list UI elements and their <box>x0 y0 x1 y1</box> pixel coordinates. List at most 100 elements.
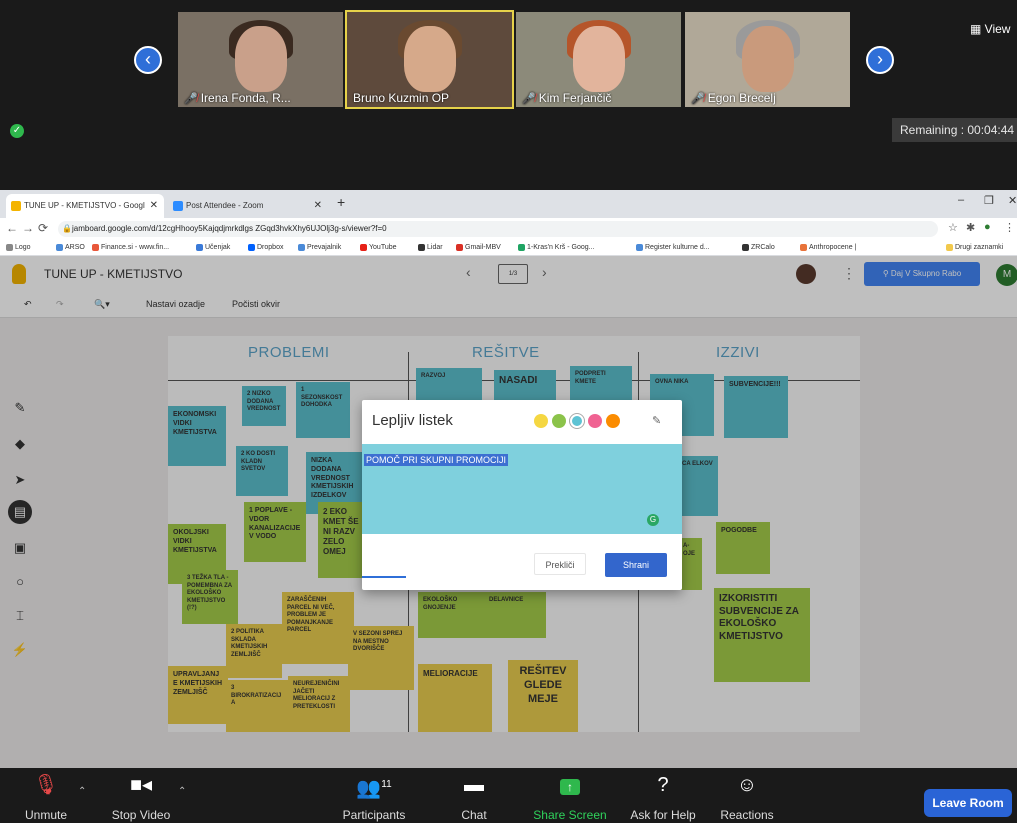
grid-icon: ▦ <box>970 22 985 36</box>
video-tile[interactable]: 🎤̸ Irena Fonda, R... <box>178 12 343 107</box>
bookmark-item[interactable]: Prevajalnik <box>298 240 341 255</box>
address-bar[interactable]: 🔒 jamboard.google.com/d/12cgHhooy5Kajqdjm… <box>58 221 938 237</box>
video-tile-active[interactable]: Bruno Kuzmin OP <box>345 10 514 109</box>
note-text[interactable]: POMOČ PRI SKUPNI PROMOCIJI <box>364 454 509 466</box>
unmute-button[interactable]: 🎙 Unmute <box>14 772 78 822</box>
close-window-button[interactable]: ✕ <box>1008 194 1017 207</box>
bookmark-icon <box>800 243 807 251</box>
share-screen-button[interactable]: ↑ Share Screen <box>528 772 612 822</box>
bookmark-item[interactable]: ARSO <box>56 240 85 255</box>
ask-for-help-button[interactable]: ? Ask for Help <box>620 772 706 822</box>
security-shield-icon[interactable]: ✓ <box>10 124 24 138</box>
bookmark-item[interactable]: Finance.si - www.fin... <box>92 240 169 255</box>
bookmark-item[interactable]: Učenjak <box>196 240 230 255</box>
muted-microphone-icon: 🎙 <box>33 774 59 796</box>
swatch-pink[interactable] <box>588 414 602 428</box>
leave-room-button[interactable]: Leave Room <box>924 789 1012 817</box>
grammarly-icon[interactable]: G <box>647 514 659 526</box>
zoom-toolbar: 🎙 Unmute ⌃ ■◂ Stop Video ⌃ 👥11 Participants… <box>0 768 1017 823</box>
remaining-time: Remaining : 00:04:44 <box>892 118 1017 142</box>
address-row: ← → ⟳ 🔒 jamboard.google.com/d/12cgHhooy5K… <box>0 218 1017 240</box>
tab-zoom[interactable]: Post Attendee - Zoom ✕ <box>168 194 328 218</box>
video-tile[interactable]: 🎤̸ Kim Ferjančič <box>516 12 681 107</box>
video-options-caret[interactable]: ⌃ <box>178 786 186 797</box>
bookmark-icon <box>6 243 13 251</box>
stop-video-button[interactable]: ■◂ Stop Video <box>100 772 182 822</box>
participant-face <box>234 26 287 92</box>
bookmarks-bar: Logo ARSO Finance.si - www.fin... Učenja… <box>0 240 1017 256</box>
bookmark-star-icon[interactable]: ☆ <box>948 221 958 234</box>
video-tile[interactable]: 🎤̸ Egon Brecelj <box>685 12 850 107</box>
swatch-yellow[interactable] <box>534 414 548 428</box>
drive-icon <box>518 243 525 251</box>
close-tab-icon[interactable]: ✕ <box>150 194 158 218</box>
note-text-area[interactable]: POMOČ PRI SKUPNI PROMOCIJI G <box>362 444 682 578</box>
reactions-button[interactable]: ☺ Reactions <box>712 772 782 822</box>
bookmark-item[interactable]: Gmail-MBV <box>456 240 501 255</box>
screen: ‹ 🎤̸ Irena Fonda, R... Bruno Kuzmin OP 🎤̸… <box>0 0 1017 823</box>
youtube-icon <box>360 243 367 251</box>
participant-name: 🎤̸ Egon Brecelj <box>691 91 776 105</box>
bookmark-icon <box>298 243 305 251</box>
tab-strip: TUNE UP - KMETIJSTVO - Googl ✕ Post Atten… <box>0 190 1017 218</box>
bookmark-icon <box>636 243 643 251</box>
swatch-orange[interactable] <box>606 414 620 428</box>
folder-icon <box>946 243 953 251</box>
chevron-left-icon: ‹ <box>145 49 151 69</box>
participants-icon: 👥11 <box>356 777 392 800</box>
close-tab-icon[interactable]: ✕ <box>314 194 322 218</box>
maximize-button[interactable]: ❐ <box>984 194 994 207</box>
bookmark-item[interactable]: Dropbox <box>248 240 283 255</box>
zoom-favicon-icon <box>173 201 183 211</box>
back-icon[interactable]: ← <box>6 221 18 235</box>
view-button[interactable]: ▦ View <box>970 22 1010 36</box>
swatch-green[interactable] <box>552 414 566 428</box>
minimize-button[interactable]: – <box>958 194 964 206</box>
bookmark-item[interactable]: YouTube <box>360 240 397 255</box>
participant-name: 🎤̸ Irena Fonda, R... <box>184 91 291 105</box>
menu-icon[interactable]: ⋮ <box>1004 221 1015 234</box>
reload-icon[interactable]: ⟳ <box>38 221 48 235</box>
gallery-next-button[interactable]: › <box>866 46 894 74</box>
profile-icon[interactable]: ● <box>984 221 991 233</box>
bookmark-item[interactable]: Register kulturne d... <box>636 240 710 255</box>
share-screen-icon: ↑ <box>528 772 612 798</box>
bookmark-item[interactable]: Lidar <box>418 240 443 255</box>
jamboard-favicon-icon <box>11 201 21 211</box>
participant-face <box>403 26 456 92</box>
video-camera-icon: ■◂ <box>129 774 153 796</box>
forward-icon[interactable]: → <box>22 221 34 235</box>
swatch-blue-selected[interactable] <box>570 414 584 428</box>
chevron-right-icon: › <box>877 49 883 69</box>
tab-jamboard[interactable]: TUNE UP - KMETIJSTVO - Googl ✕ <box>6 194 164 218</box>
participant-name: 🎤̸ Kim Ferjančič <box>522 91 612 105</box>
cancel-button[interactable]: Prekliči <box>534 553 586 575</box>
bookmark-icon <box>742 243 749 251</box>
chat-bubble-icon: ▬ <box>464 774 484 796</box>
extensions-icon[interactable]: ✱ <box>966 221 975 234</box>
muted-mic-icon: 🎤̸ <box>522 93 536 105</box>
audio-options-caret[interactable]: ⌃ <box>78 786 86 797</box>
gallery-prev-button[interactable]: ‹ <box>134 46 162 74</box>
zoom-gallery: ‹ 🎤̸ Irena Fonda, R... Bruno Kuzmin OP 🎤̸… <box>0 0 1017 190</box>
browser-window: TUNE UP - KMETIJSTVO - Googl ✕ Post Atten… <box>0 190 1017 768</box>
bookmark-item[interactable]: Anthropocene | <box>800 240 856 255</box>
participants-count: 11 <box>381 779 392 790</box>
save-button[interactable]: Shrani <box>605 553 667 577</box>
bookmark-folder[interactable]: Drugi zaznamki <box>946 240 1003 255</box>
bookmark-item[interactable]: Logo <box>6 240 31 255</box>
participant-name: Bruno Kuzmin OP <box>353 91 450 105</box>
chat-button[interactable]: ▬ Chat <box>452 772 496 822</box>
bookmark-item[interactable]: 1-Kras'n Krš - Goog... <box>518 240 594 255</box>
lock-icon: 🔒 <box>62 224 72 233</box>
new-tab-button[interactable]: + <box>337 194 345 210</box>
bookmark-icon <box>196 243 203 251</box>
bookmark-icon <box>418 243 425 251</box>
eyedropper-icon[interactable]: ✎ <box>652 414 661 427</box>
reactions-emoji-icon: ☺ <box>736 774 758 796</box>
dialog-title: Lepljiv listek <box>372 412 453 429</box>
sticky-note-dialog: Lepljiv listek ✎ POMOČ PRI SKUPNI PROMOC… <box>362 400 682 590</box>
participants-button[interactable]: 👥11 Participants <box>330 772 418 822</box>
dropbox-icon <box>248 243 255 251</box>
bookmark-item[interactable]: ZRCalo <box>742 240 775 255</box>
